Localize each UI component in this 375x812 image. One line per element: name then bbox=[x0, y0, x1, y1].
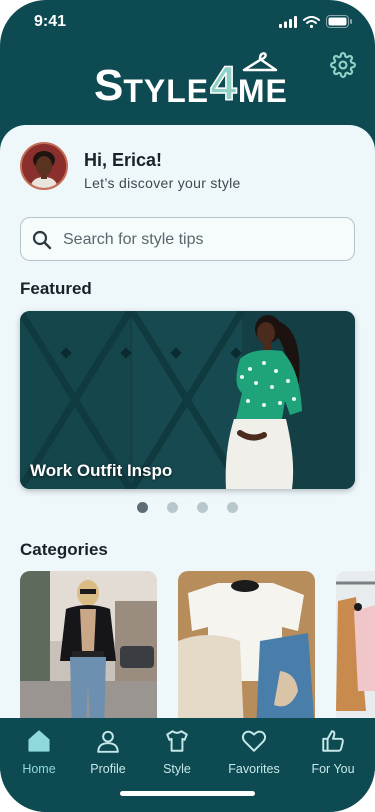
search-icon bbox=[32, 230, 52, 250]
tab-favorites[interactable]: Favorites bbox=[219, 728, 289, 776]
category-image bbox=[336, 571, 375, 725]
greeting-subtitle: Let’s discover your style bbox=[84, 175, 241, 191]
app-header: S TYLE 4 ME bbox=[0, 44, 375, 126]
hanger-icon bbox=[242, 52, 278, 72]
avatar[interactable] bbox=[20, 142, 68, 190]
home-icon bbox=[28, 730, 50, 752]
carousel-dot[interactable] bbox=[137, 502, 148, 513]
tab-label: For You bbox=[311, 762, 355, 776]
thumbs-up-icon bbox=[322, 730, 344, 752]
tab-label: Favorites bbox=[228, 762, 280, 776]
heart-icon bbox=[241, 730, 267, 752]
logo-letter-s: S bbox=[94, 61, 124, 110]
category-image bbox=[178, 571, 315, 725]
status-icons bbox=[279, 15, 353, 28]
gear-icon[interactable] bbox=[330, 52, 356, 78]
battery-icon bbox=[326, 15, 352, 28]
featured-heading: Featured bbox=[20, 279, 92, 298]
app-screen: 9:41 S TYLE 4 ME Hi, Erica! Let’s discov… bbox=[0, 0, 375, 812]
person-icon bbox=[97, 730, 119, 753]
carousel-dot[interactable] bbox=[167, 502, 178, 513]
tab-home[interactable]: Home bbox=[4, 728, 74, 776]
logo-text-tyle: TYLE bbox=[123, 73, 210, 109]
category-card-streetwear[interactable] bbox=[20, 571, 157, 725]
featured-caption: Work Outfit Inspo bbox=[30, 461, 173, 480]
bottom-tab-bar: Home Profile Style Favorites For You bbox=[0, 718, 375, 812]
greeting-title: Hi, Erica! bbox=[84, 150, 163, 170]
content-sheet: Hi, Erica! Let’s discover your style Fea… bbox=[0, 125, 375, 725]
shirt-icon bbox=[166, 730, 188, 752]
tab-for-you[interactable]: For You bbox=[298, 728, 368, 776]
wifi-icon bbox=[303, 15, 320, 28]
signal-icon bbox=[279, 15, 297, 28]
tab-profile[interactable]: Profile bbox=[73, 728, 143, 776]
carousel-dot[interactable] bbox=[227, 502, 238, 513]
status-time: 9:41 bbox=[34, 13, 67, 30]
search-bar[interactable] bbox=[20, 217, 355, 261]
carousel-dot[interactable] bbox=[197, 502, 208, 513]
carousel-pagination bbox=[137, 502, 238, 513]
search-input[interactable] bbox=[63, 228, 343, 252]
tab-label: Profile bbox=[90, 762, 126, 776]
category-image bbox=[20, 571, 157, 725]
tab-label: Style bbox=[163, 762, 191, 776]
category-card-casual[interactable] bbox=[178, 571, 315, 725]
home-indicator bbox=[120, 791, 255, 796]
category-card-wardrobe[interactable] bbox=[336, 571, 375, 725]
tab-label: Home bbox=[22, 762, 56, 776]
featured-card[interactable]: Work Outfit Inspo bbox=[20, 311, 355, 489]
avatar-portrait bbox=[22, 144, 66, 188]
categories-heading: Categories bbox=[20, 540, 108, 559]
status-bar: 9:41 bbox=[0, 0, 375, 44]
tab-style[interactable]: Style bbox=[142, 728, 212, 776]
logo-number-4: 4 bbox=[209, 58, 237, 111]
logo-text-me: ME bbox=[237, 73, 288, 109]
